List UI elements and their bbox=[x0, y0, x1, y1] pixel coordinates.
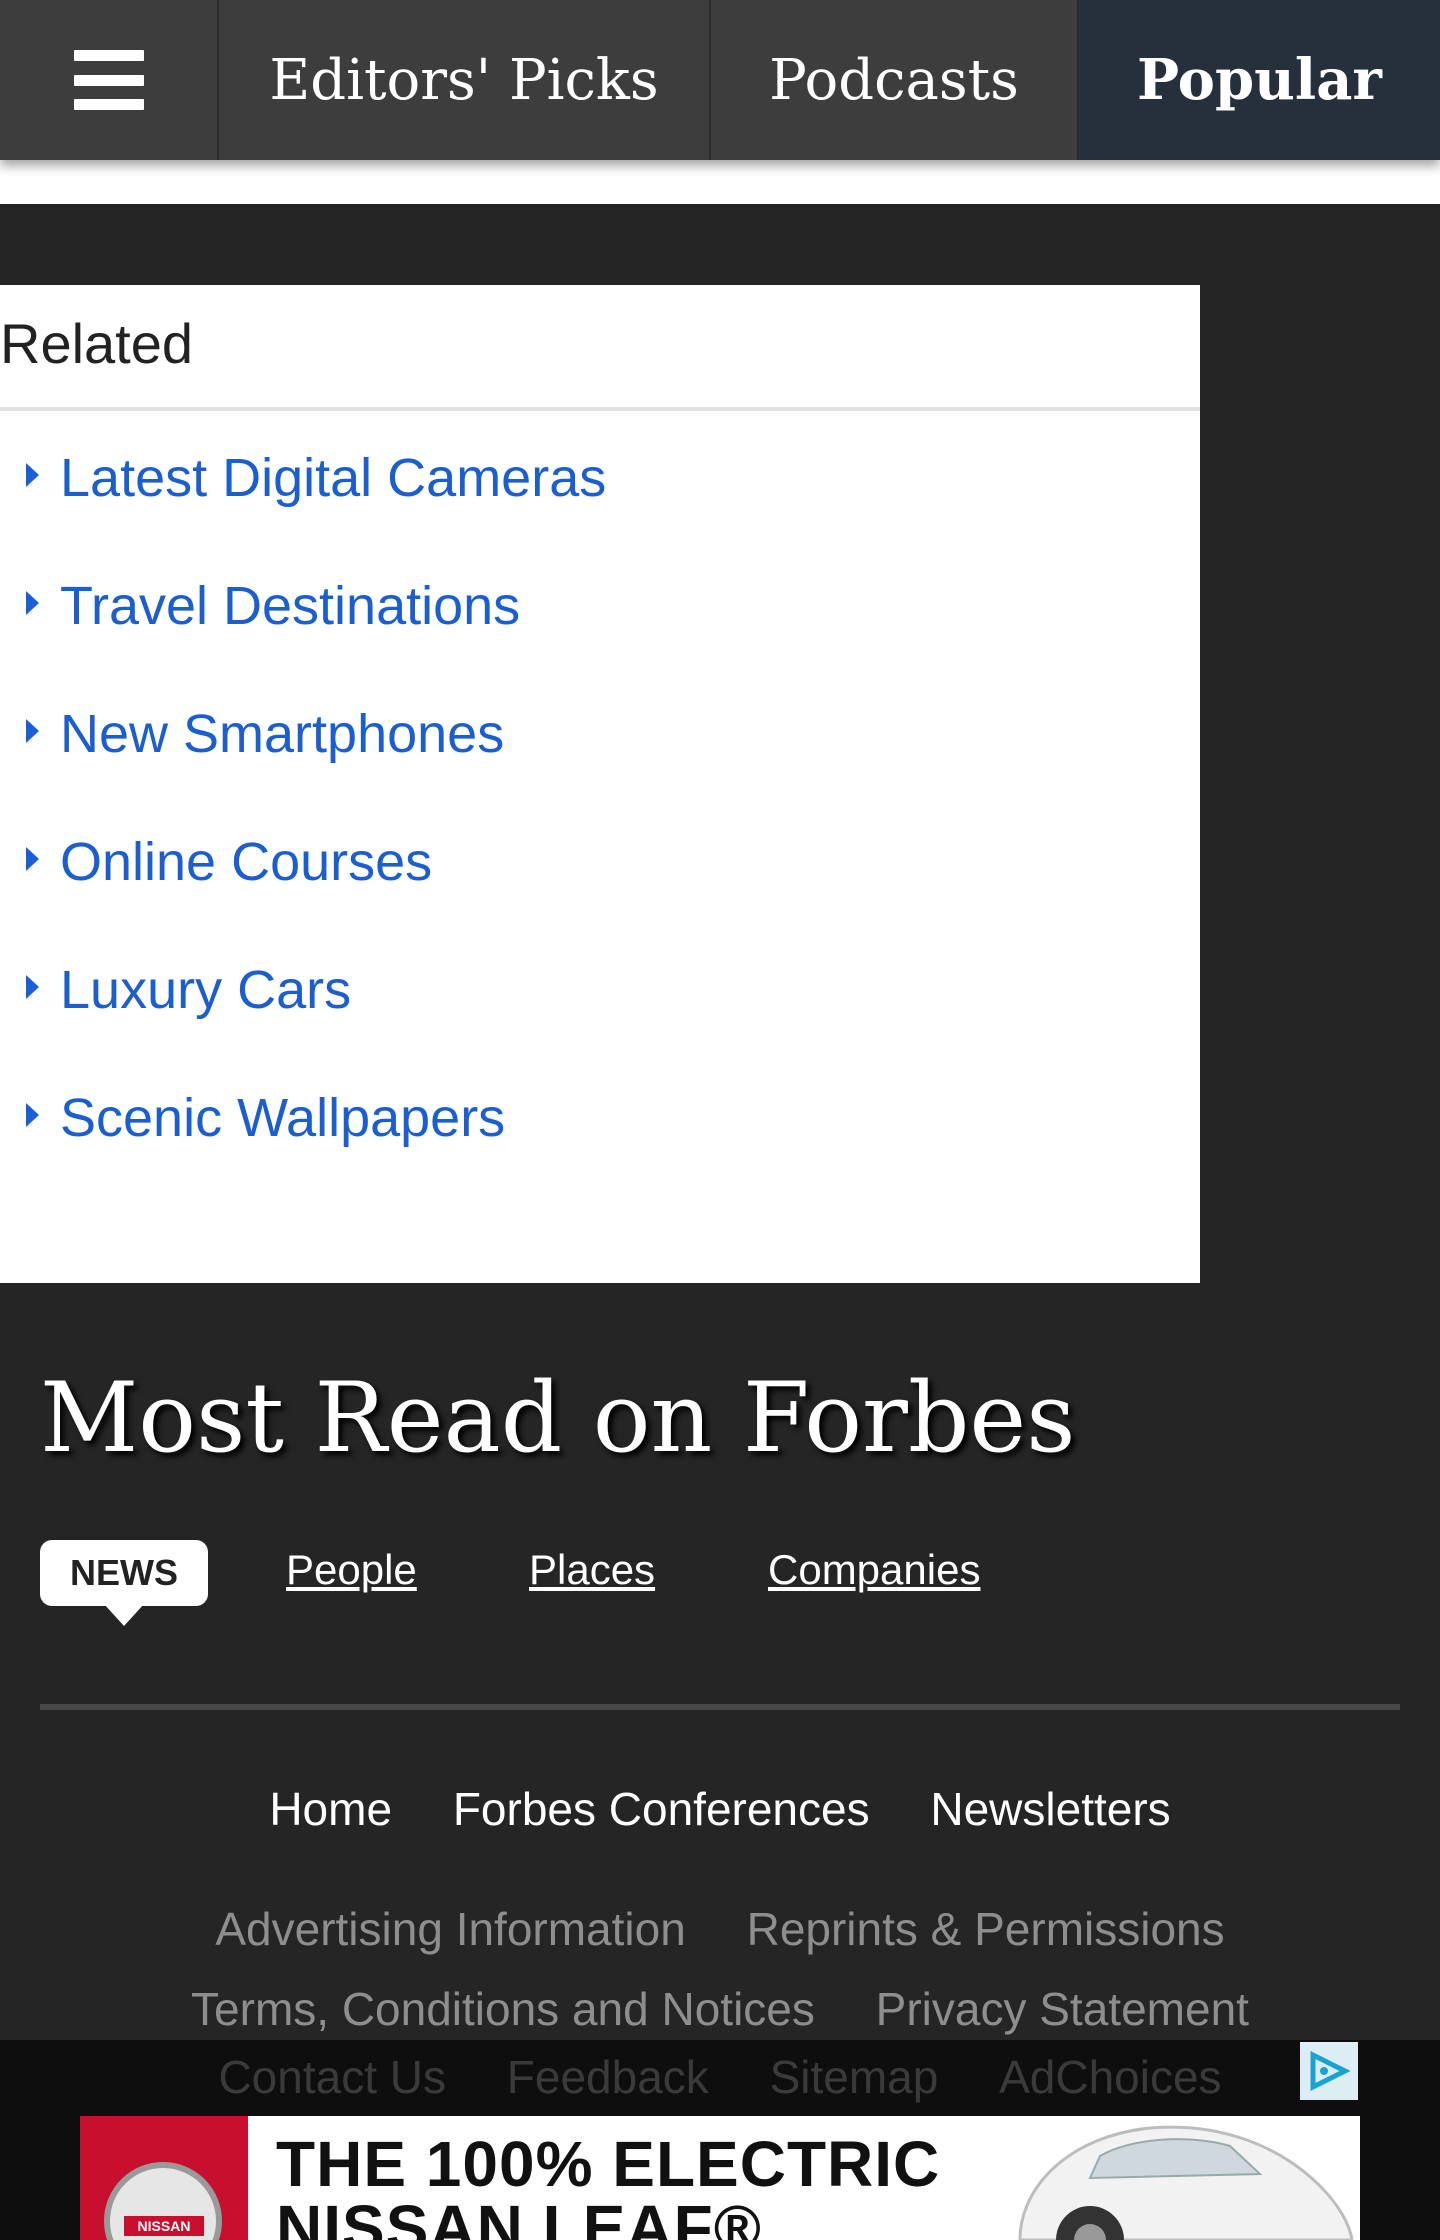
footer-link-newsletters[interactable]: Newsletters bbox=[930, 1783, 1170, 1835]
list-item: Latest Digital Cameras bbox=[0, 413, 1200, 541]
footer-link-sitemap[interactable]: Sitemap bbox=[770, 2051, 939, 2103]
nissan-logo: NISSAN bbox=[80, 2116, 248, 2240]
adchoices-icon[interactable] bbox=[1300, 2042, 1358, 2100]
footer-secondary-links: Contact Us Feedback Sitemap AdChoices bbox=[0, 2050, 1440, 2104]
list-item: New Smartphones bbox=[0, 669, 1200, 797]
tab-popular[interactable]: Popular bbox=[1079, 0, 1440, 160]
list-item: Travel Destinations bbox=[0, 541, 1200, 669]
footer-link-conferences[interactable]: Forbes Conferences bbox=[453, 1783, 870, 1835]
menu-button[interactable] bbox=[0, 0, 219, 160]
arrow-right-icon bbox=[26, 975, 39, 999]
list-item: Luxury Cars bbox=[0, 925, 1200, 1053]
divider bbox=[40, 1704, 1400, 1710]
related-link[interactable]: Luxury Cars bbox=[60, 959, 351, 1021]
most-read-tabs: NEWS People Places Companies bbox=[40, 1540, 1400, 1626]
footer-link-adchoices[interactable]: AdChoices bbox=[999, 2051, 1221, 2103]
related-link[interactable]: New Smartphones bbox=[60, 703, 504, 765]
arrow-right-icon bbox=[26, 463, 39, 487]
footer-link-contact[interactable]: Contact Us bbox=[218, 2051, 446, 2103]
top-navigation: Editors' Picks Podcasts Popular bbox=[0, 0, 1440, 160]
related-link[interactable]: Scenic Wallpapers bbox=[60, 1087, 505, 1149]
tab-companies[interactable]: Companies bbox=[768, 1546, 980, 1594]
footer-link-terms[interactable]: Terms, Conditions and Notices bbox=[191, 1983, 815, 2035]
list-item: Online Courses bbox=[0, 797, 1200, 925]
arrow-right-icon bbox=[26, 591, 39, 615]
divider bbox=[0, 407, 1200, 411]
tab-news[interactable]: NEWS bbox=[40, 1540, 208, 1626]
tab-podcasts[interactable]: Podcasts bbox=[711, 0, 1079, 160]
list-item: Scenic Wallpapers bbox=[0, 1053, 1200, 1181]
footer-link-home[interactable]: Home bbox=[269, 1783, 392, 1835]
most-read-title: Most Read on Forbes bbox=[40, 1362, 1076, 1474]
tab-people[interactable]: People bbox=[286, 1546, 417, 1594]
related-list: Latest Digital Cameras Travel Destinatio… bbox=[0, 413, 1200, 1181]
footer-link-feedback[interactable]: Feedback bbox=[507, 2051, 709, 2103]
arrow-right-icon bbox=[26, 847, 39, 871]
arrow-right-icon bbox=[26, 1103, 39, 1127]
related-title: Related bbox=[0, 312, 194, 375]
footer-secondary-links: Advertising Information Reprints & Permi… bbox=[0, 1902, 1440, 1956]
footer-link-advertising[interactable]: Advertising Information bbox=[215, 1903, 685, 1955]
ad-headline: THE 100% ELECTRIC NISSAN LEAF® bbox=[276, 2128, 941, 2240]
footer-link-privacy[interactable]: Privacy Statement bbox=[876, 1983, 1249, 2035]
footer-link-reprints[interactable]: Reprints & Permissions bbox=[747, 1903, 1225, 1955]
related-link[interactable]: Online Courses bbox=[60, 831, 432, 893]
hamburger-icon bbox=[73, 50, 144, 110]
related-link[interactable]: Latest Digital Cameras bbox=[60, 447, 606, 509]
footer-secondary-links: Terms, Conditions and Notices Privacy St… bbox=[0, 1982, 1440, 2036]
tab-editors-picks[interactable]: Editors' Picks bbox=[219, 0, 711, 160]
header-strip bbox=[0, 160, 1440, 204]
footer-primary-links: Home Forbes Conferences Newsletters bbox=[0, 1782, 1440, 1836]
related-link[interactable]: Travel Destinations bbox=[60, 575, 520, 637]
ad-banner[interactable]: NISSAN THE 100% ELECTRIC NISSAN LEAF® bbox=[80, 2116, 1360, 2240]
tab-places[interactable]: Places bbox=[529, 1546, 655, 1594]
car-image bbox=[1018, 2125, 1354, 2240]
related-panel: Related Latest Digital Cameras Travel De… bbox=[0, 285, 1200, 1283]
arrow-right-icon bbox=[26, 719, 39, 743]
